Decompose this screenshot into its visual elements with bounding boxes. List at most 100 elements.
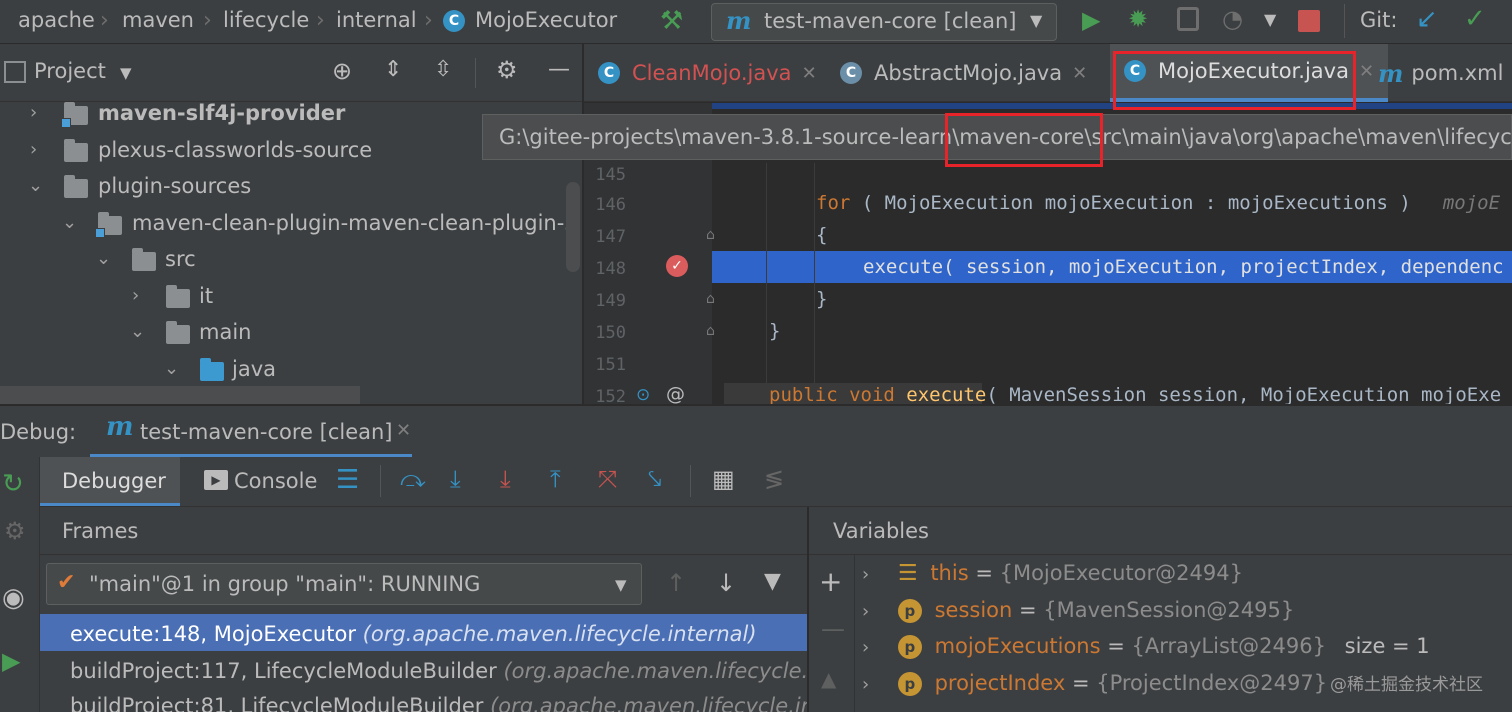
inlay-hint: mojoE <box>1442 192 1501 214</box>
breadcrumb-internal[interactable]: internal <box>336 8 417 32</box>
variable-row-session[interactable]: › p session = {MavenSession@2495} <box>862 598 1294 634</box>
git-commit-check-icon[interactable]: ✓ <box>1464 4 1486 34</box>
variable-value: {MavenSession@2495} <box>1043 598 1295 622</box>
fold-icon[interactable]: ⌂ <box>706 227 715 243</box>
hide-minus-icon[interactable]: — <box>548 57 570 82</box>
run-icon[interactable]: ▶ <box>1082 6 1100 34</box>
tab-debugger[interactable]: Debugger <box>40 457 180 506</box>
maven-icon: m <box>726 6 752 35</box>
tree-item-it[interactable]: › it <box>0 281 582 315</box>
tree-item-main[interactable]: ⌄ main <box>0 317 582 351</box>
more-run-chevron-icon[interactable]: ▼ <box>1264 10 1276 29</box>
equals: = <box>1012 598 1044 622</box>
toolbar-separator <box>380 465 381 497</box>
highlight-box-tab <box>1113 51 1356 110</box>
close-icon[interactable]: ✕ <box>396 420 411 441</box>
breadcrumb-lifecycle[interactable]: lifecycle <box>223 8 309 32</box>
arrow-down-icon[interactable]: ↓ <box>716 569 736 597</box>
close-icon[interactable]: ✕ <box>802 63 817 84</box>
chevron-right-icon[interactable]: › <box>862 637 869 658</box>
build-hammer-icon[interactable]: ⚒ <box>660 6 683 36</box>
coverage-icon[interactable] <box>1177 7 1199 31</box>
close-icon[interactable]: ✕ <box>1359 61 1374 82</box>
frame-row-selected[interactable]: execute:148, MojoExecutor (org.apache.ma… <box>40 614 807 651</box>
run-configuration-select[interactable]: m test-maven-core [clean] ▼ <box>711 3 1057 41</box>
step-into-icon[interactable]: ⤓ <box>450 465 461 493</box>
chevron-down-icon[interactable]: ⌄ <box>28 175 43 196</box>
tree-item-src[interactable]: ⌄ src <box>0 244 582 278</box>
tree-item-label: maven-slf4j-provider <box>98 101 346 125</box>
breakpoint-icon[interactable]: ✓ <box>666 255 688 277</box>
parameter-icon: p <box>897 635 922 659</box>
project-window-icon <box>4 61 26 83</box>
trace-stream-icon[interactable]: ≶ <box>764 465 784 493</box>
vertical-scrollbar[interactable] <box>566 182 580 272</box>
gear-icon[interactable]: ⚙ <box>496 56 518 84</box>
step-over-icon[interactable]: ⤼ <box>400 465 426 493</box>
stop-icon[interactable] <box>1298 10 1320 32</box>
step-out-icon[interactable]: ⤒ <box>550 465 561 493</box>
chevron-down-icon[interactable]: ⌄ <box>130 321 145 342</box>
debug-bug-icon[interactable]: ✹ <box>1128 5 1148 33</box>
arrow-up-icon[interactable]: ↑ <box>666 569 686 597</box>
move-up-icon[interactable]: ▲ <box>821 667 836 691</box>
chevron-down-icon[interactable]: ⌄ <box>62 212 77 233</box>
chevron-right-icon[interactable]: › <box>132 285 139 306</box>
resume-icon[interactable]: ▶ <box>2 647 20 675</box>
horizontal-scrollbar[interactable] <box>0 386 360 404</box>
chevron-right-icon[interactable]: › <box>30 102 37 123</box>
breadcrumb-maven[interactable]: maven <box>122 8 194 32</box>
variable-row-mojoexecutions[interactable]: › p mojoExecutions = {ArrayList@2496} si… <box>862 634 1430 670</box>
collapse-all-icon[interactable]: ⇳ <box>434 57 452 82</box>
frame-row[interactable]: buildProject:81, LifecycleModuleBuilder … <box>40 686 807 712</box>
run-to-cursor-icon[interactable]: ⤥ <box>648 465 662 493</box>
force-step-into-icon[interactable]: ⤓ <box>500 465 511 493</box>
view-breakpoints-eye-icon[interactable]: ◉ <box>2 583 25 613</box>
toolbar-separator <box>475 58 476 88</box>
variable-row-this[interactable]: › ☰ this = {MojoExecutor@2494} <box>862 561 1243 597</box>
module-folder-icon <box>95 212 122 238</box>
profile-icon[interactable]: ◔ <box>1222 5 1243 33</box>
drop-frame-icon[interactable]: ⤧ <box>598 465 617 493</box>
breadcrumb-mojoexecutor[interactable]: MojoExecutor <box>475 8 617 32</box>
tree-item-plugin-sources[interactable]: ⌄ plugin-sources <box>0 171 582 205</box>
tab-label: AbstractMojo.java <box>874 61 1063 85</box>
tab-console[interactable]: ▶ Console <box>200 457 350 506</box>
frame-row[interactable]: buildProject:117, LifecycleModuleBuilder… <box>40 651 807 688</box>
fold-icon[interactable]: ⌂ <box>706 291 715 307</box>
chevron-right-icon[interactable]: › <box>862 564 869 585</box>
line-number: 145 <box>595 165 626 185</box>
chevron-down-icon[interactable]: ▼ <box>120 64 132 82</box>
expand-all-icon[interactable]: ⇕ <box>384 57 402 82</box>
modify-run-icon[interactable]: ⚙ <box>4 517 26 545</box>
remove-watch-minus-icon[interactable]: — <box>821 615 845 643</box>
chevron-down-icon[interactable]: ⌄ <box>164 358 179 379</box>
frame-package: (org.apache.maven.lifecycle.inte <box>490 694 807 712</box>
tab-pom-xml[interactable]: m pom.xml <box>1378 44 1503 102</box>
tab-abstractmojo[interactable]: C AbstractMojo.java ✕ <box>840 44 1087 102</box>
debug-session-tab[interactable]: m test-maven-core [clean] ✕ <box>90 406 412 457</box>
chevron-right-icon: › <box>424 8 433 33</box>
variable-row-projectindex[interactable]: › p projectIndex = {ProjectIndex@2497} <box>862 671 1327 707</box>
rerun-icon[interactable]: ↻ <box>2 469 24 499</box>
project-panel-title[interactable]: Project <box>34 59 106 83</box>
chevron-right-icon[interactable]: › <box>30 139 37 160</box>
tab-cleanmojo[interactable]: C CleanMojo.java ✕ <box>598 44 817 102</box>
filter-icon[interactable]: ▼ <box>764 569 781 594</box>
add-watch-plus-icon[interactable]: + <box>819 565 842 598</box>
breadcrumb-apache[interactable]: apache <box>18 8 95 32</box>
tree-item-maven-clean-plugin[interactable]: ⌄ maven-clean-plugin-maven-clean-plugin-… <box>0 208 582 242</box>
chevron-right-icon[interactable]: › <box>862 601 869 622</box>
menu-lines-icon[interactable]: ☰ <box>336 465 359 495</box>
evaluate-expression-icon[interactable]: ▦ <box>712 465 735 493</box>
variable-value: {ArrayList@2496} <box>1131 634 1326 658</box>
thread-select[interactable]: ✔ "main"@1 in group "main": RUNNING ▼ <box>46 563 642 605</box>
implementation-marker-icon[interactable]: ⊙ <box>636 385 650 404</box>
chevron-right-icon[interactable]: › <box>862 674 869 695</box>
fold-icon[interactable]: ⌂ <box>706 323 715 339</box>
git-update-icon[interactable]: ↙ <box>1416 4 1438 34</box>
tree-item-java[interactable]: ⌄ java <box>0 354 582 388</box>
locate-crosshair-icon[interactable]: ⊕ <box>332 57 352 85</box>
close-icon[interactable]: ✕ <box>1072 63 1087 84</box>
chevron-down-icon[interactable]: ⌄ <box>96 248 111 269</box>
